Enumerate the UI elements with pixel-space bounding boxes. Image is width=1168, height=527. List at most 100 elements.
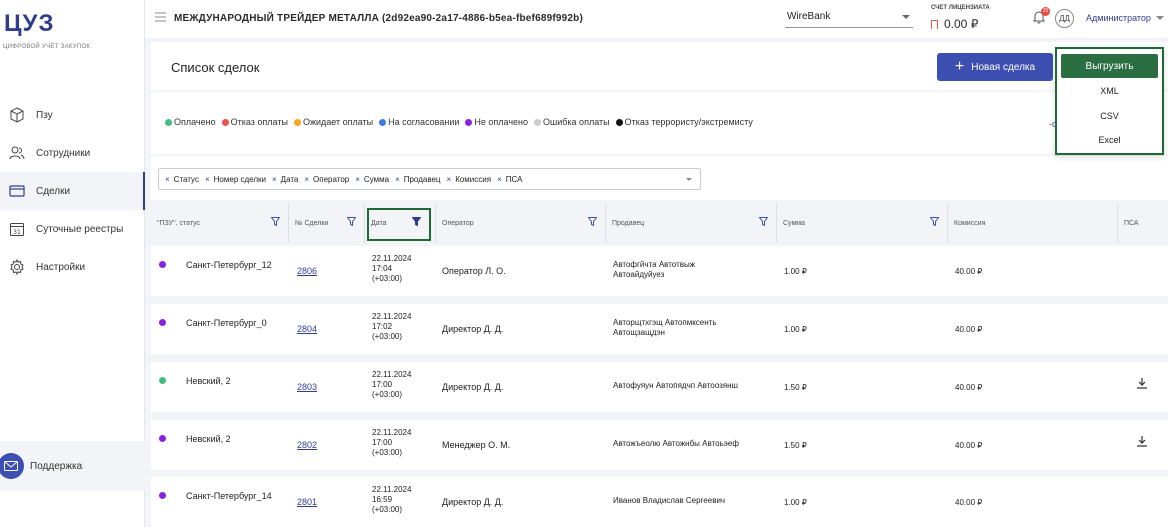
status-dot <box>159 492 166 499</box>
column-header-pzu[interactable]: "ПЗУ", статус <box>151 203 289 243</box>
export-option-excel[interactable]: Excel <box>1057 135 1162 145</box>
sidebar: ЦУЗ ЦИФРОВОЙ УЧЁТ ЗАКУПОК Пзу Сотрудники… <box>0 0 145 527</box>
plus-icon: + <box>954 58 965 75</box>
column-header-sum[interactable]: Сумма <box>777 203 948 243</box>
date-column-highlight <box>367 208 431 241</box>
filter-icon[interactable] <box>758 217 769 228</box>
status-dot <box>159 261 166 268</box>
column-header-commission[interactable]: Комиссия <box>948 203 1118 243</box>
deal-number-link[interactable]: 2806 <box>297 266 317 276</box>
status-dot <box>165 118 172 126</box>
legend-label: Ошибка оплаты <box>543 117 610 127</box>
column-header-deal-number[interactable]: № Сделки <box>289 203 365 243</box>
status-legend-bar: Оплачено Отказ оплаты Ожидает оплаты На … <box>151 92 1168 154</box>
filter-chip[interactable]: × Оператор <box>304 175 349 184</box>
filter-icon[interactable] <box>346 217 357 228</box>
gear-icon <box>8 258 26 276</box>
table-row[interactable]: Санкт-Петербург_0 2804 22.11.2024 17:02 (+… <box>151 304 1168 354</box>
new-deal-button[interactable]: + Новая сделка <box>937 53 1053 81</box>
close-icon[interactable]: × <box>395 175 400 184</box>
legend-label: На согласовании <box>388 117 460 127</box>
close-icon[interactable]: × <box>355 175 360 184</box>
filter-chip[interactable]: × Дата <box>272 175 298 184</box>
cell-seller: Автожъеолю Автожнбы Автоьэеф <box>613 439 739 448</box>
cell-pzu: Невский, 2 <box>186 376 231 386</box>
sidebar-item-label: Сделки <box>36 185 71 197</box>
close-icon[interactable]: × <box>497 175 502 184</box>
deal-number-link[interactable]: 2803 <box>297 382 317 392</box>
card-icon <box>8 182 26 200</box>
column-select[interactable]: × Статус × Номер сделки × Дата × Оператор × С… <box>158 168 701 190</box>
legend-item: Оплачено <box>165 117 216 127</box>
export-button[interactable]: Выгрузить <box>1061 54 1158 78</box>
chevron-down-icon[interactable] <box>686 178 692 181</box>
column-header-seller[interactable]: Продавец <box>606 203 777 243</box>
cell-date: 22.11.2024 17:00 (+03:00) <box>372 370 412 399</box>
table-row[interactable]: Невский, 2 2803 22.11.2024 17:00 (+03:00) … <box>151 362 1168 412</box>
filter-chip[interactable]: × Сумма <box>355 175 389 184</box>
sidebar-item-deals[interactable]: Сделки <box>0 172 145 210</box>
legend-label: Не оплачено <box>474 117 529 127</box>
export-option-xml[interactable]: XML <box>1057 86 1162 96</box>
app-logo[interactable]: ЦУЗ <box>4 10 55 38</box>
bank-select-value: WireBank <box>787 11 831 22</box>
download-icon[interactable] <box>1136 435 1148 451</box>
column-header-operator[interactable]: Оператор <box>436 203 606 243</box>
sidebar-item-daily-registers[interactable]: 31 Суточные реестры <box>0 210 145 248</box>
column-header-psa[interactable]: ПСА <box>1118 203 1168 243</box>
user-name[interactable]: Администратор <box>1086 13 1151 23</box>
chevron-down-icon <box>902 15 910 19</box>
sidebar-item-label: Настройки <box>36 261 86 273</box>
legend-label: Отказ оплаты <box>230 117 288 127</box>
cell-sum: 1.00 ₽ <box>784 267 807 276</box>
legend-item: Ошибка оплаты <box>534 117 610 127</box>
bank-select[interactable]: WireBank <box>785 8 913 28</box>
filter-chip[interactable]: × Продавец <box>395 175 440 184</box>
cell-sum: 1.50 ₽ <box>784 383 807 392</box>
filter-chip[interactable]: × Статус <box>165 175 199 184</box>
filter-chip[interactable]: × Номер сделки <box>205 175 266 184</box>
deal-number-link[interactable]: 2801 <box>297 497 317 507</box>
sidebar-item-employees[interactable]: Сотрудники <box>0 134 145 172</box>
cell-commission: 40.00 ₽ <box>955 498 983 507</box>
deal-number-link[interactable]: 2802 <box>297 440 317 450</box>
column-filter-bar: × Статус × Номер сделки × Дата × Оператор × С… <box>151 156 1168 200</box>
status-dot <box>221 118 229 126</box>
filter-icon[interactable] <box>929 217 940 228</box>
avatar[interactable]: ДД <box>1055 9 1074 28</box>
export-option-csv[interactable]: CSV <box>1057 111 1162 121</box>
cell-pzu: Санкт-Петербург_0 <box>186 318 267 328</box>
table-row[interactable]: Санкт-Петербург_12 2806 22.11.2024 17:04(… <box>151 246 1168 296</box>
table-row[interactable]: Санкт-Петербург_14 2801 22.11.2024 16:59(… <box>151 477 1168 527</box>
close-icon[interactable]: × <box>304 175 309 184</box>
filter-chip[interactable]: × Комиссия <box>447 175 492 184</box>
download-icon[interactable] <box>1136 377 1148 393</box>
status-dot <box>615 118 623 126</box>
sidebar-item-settings[interactable]: Настройки <box>0 248 145 286</box>
chevron-down-icon[interactable] <box>1156 16 1164 20</box>
close-icon[interactable]: × <box>447 175 452 184</box>
calendar-icon: 31 <box>8 220 26 238</box>
filter-chip[interactable]: × ПСА <box>497 175 522 184</box>
close-icon[interactable]: × <box>165 175 170 184</box>
cube-icon <box>8 106 26 124</box>
deal-number-link[interactable]: 2804 <box>297 324 317 334</box>
menu-icon[interactable] <box>155 12 166 25</box>
cell-operator: Директор Д. Д. <box>442 382 504 392</box>
top-header: МЕЖДУНАРОДНЫЙ ТРЕЙДЕР МЕТАЛЛА (2d92ea90-… <box>145 0 1168 38</box>
cell-sum: 1.50 ₽ <box>784 441 807 450</box>
status-dot <box>465 118 473 126</box>
sidebar-item-label: Пзу <box>36 109 53 121</box>
table-row[interactable]: Невский, 2 2802 22.11.2024 17:00 (+03:00) … <box>151 420 1168 470</box>
support-label: Поддержка <box>30 460 83 472</box>
cell-seller: Авторщтхгэщ Автопмксенть Автощзащдэн <box>613 318 717 337</box>
sidebar-item-pzu[interactable]: Пзу <box>0 96 145 134</box>
bookmark-icon <box>931 19 938 29</box>
cell-sum: 1.00 ₽ <box>784 498 807 507</box>
close-icon[interactable]: × <box>272 175 277 184</box>
page-title-bar: Список сделок + Новая сделка <box>151 42 1168 90</box>
filter-icon[interactable] <box>270 217 281 228</box>
filter-icon[interactable] <box>587 217 598 228</box>
close-icon[interactable]: × <box>205 175 210 184</box>
support-button[interactable]: Поддержка <box>0 441 145 491</box>
